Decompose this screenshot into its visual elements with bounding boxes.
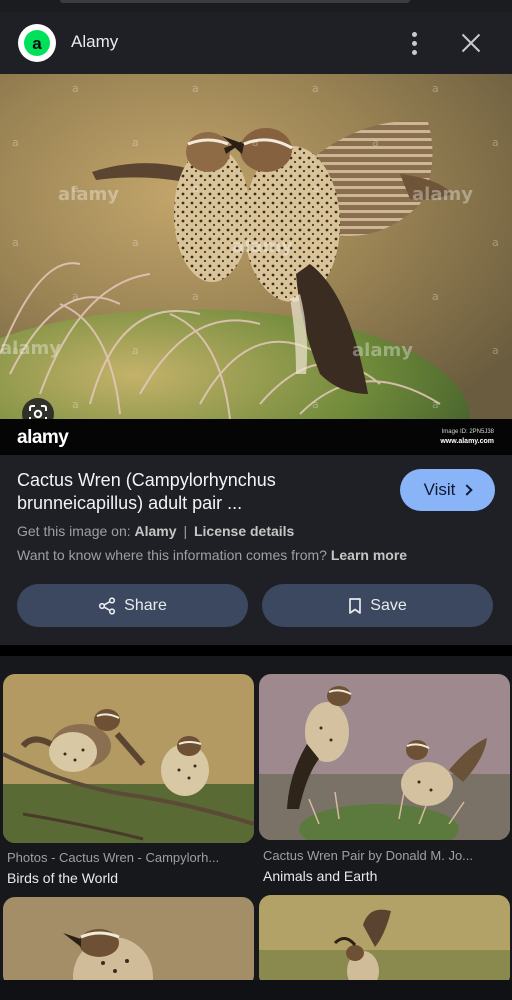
separator: | — [183, 523, 188, 539]
svg-text:a: a — [432, 82, 439, 95]
more-options-icon[interactable] — [402, 30, 426, 56]
source-line: Get this image on: Alamy | License detai… — [17, 523, 294, 539]
related-thumbnail-3 — [3, 897, 254, 987]
related-title-1[interactable]: Birds of the World — [7, 870, 118, 886]
image-id-text: Image ID: 2PN5J38 — [441, 429, 494, 435]
share-button[interactable]: Share — [17, 584, 248, 627]
top-sliver — [0, 0, 512, 12]
svg-text:a: a — [492, 344, 499, 357]
alamy-brand-mark: alamy — [17, 427, 69, 448]
cactus-wren-pair-illustration: alamy alamy alamy alamy alamy a a a a a a a a a… — [0, 74, 512, 419]
svg-text:a: a — [312, 398, 319, 411]
logo-letter: a — [24, 30, 50, 56]
image-url-text: www.alamy.com — [440, 438, 494, 445]
main-image[interactable]: alamy alamy alamy alamy alamy a a a a a a a a a… — [0, 74, 512, 419]
svg-text:a: a — [432, 290, 439, 303]
svg-text:a: a — [492, 236, 499, 249]
svg-text:a: a — [12, 236, 19, 249]
svg-text:a: a — [132, 136, 139, 149]
info-source-line: Want to know where this information come… — [17, 547, 407, 563]
svg-text:a: a — [12, 344, 19, 357]
related-title-2[interactable]: Animals and Earth — [263, 868, 377, 884]
svg-text:alamy: alamy — [232, 236, 293, 257]
svg-text:a: a — [252, 136, 259, 149]
related-image-3[interactable] — [3, 897, 254, 987]
related-thumbnail-2 — [259, 674, 510, 840]
svg-text:a: a — [312, 82, 319, 95]
svg-text:a: a — [72, 398, 79, 411]
related-thumbnail-4 — [259, 895, 510, 987]
related-image-4[interactable] — [259, 895, 510, 987]
related-image-2[interactable] — [259, 674, 510, 840]
svg-text:a: a — [312, 182, 319, 195]
bottom-bar — [0, 980, 512, 1000]
svg-text:a: a — [132, 344, 139, 357]
related-image-1[interactable] — [3, 674, 254, 843]
svg-text:a: a — [132, 236, 139, 249]
svg-text:alamy: alamy — [58, 184, 119, 205]
svg-text:a: a — [372, 136, 379, 149]
svg-text:alamy: alamy — [0, 338, 61, 359]
svg-text:a: a — [72, 290, 79, 303]
learn-more-link[interactable]: Learn more — [331, 547, 407, 563]
svg-text:a: a — [492, 136, 499, 149]
svg-text:a: a — [192, 182, 199, 195]
close-icon[interactable] — [458, 30, 484, 56]
chevron-right-icon — [461, 484, 474, 496]
svg-text:a: a — [192, 82, 199, 95]
svg-text:a: a — [72, 182, 79, 195]
viewer-header: a Alamy — [0, 12, 512, 74]
related-source-1[interactable]: Photos - Cactus Wren - Campylorh... — [7, 850, 252, 865]
visit-label: Visit — [423, 480, 456, 499]
image-footer-strip — [0, 419, 512, 455]
svg-text:a: a — [72, 82, 79, 95]
image-title[interactable]: Cactus Wren (Campylorhynchus brunneicapi… — [17, 469, 387, 515]
svg-text:a: a — [432, 398, 439, 411]
source-prefix: Get this image on: — [17, 523, 131, 539]
svg-text:a: a — [192, 290, 199, 303]
share-label: Share — [124, 596, 167, 614]
share-icon — [99, 596, 116, 615]
image-id-label: Image ID: 2PN5J38 www.alamy.com — [440, 428, 494, 446]
bookmark-icon — [349, 597, 362, 614]
svg-text:a: a — [12, 136, 19, 149]
site-logo[interactable]: a — [18, 24, 56, 62]
image-viewer-page: a Alamy alamy alamy alamy alamy alamy a … — [0, 0, 512, 1000]
section-divider — [0, 645, 512, 656]
save-button[interactable]: Save — [262, 584, 493, 627]
source-link[interactable]: Alamy — [135, 523, 177, 539]
site-name[interactable]: Alamy — [71, 32, 118, 52]
license-details-link[interactable]: License details — [194, 523, 294, 539]
learn-prefix: Want to know where this information come… — [17, 547, 327, 563]
related-thumbnail-1 — [3, 674, 254, 843]
related-source-2[interactable]: Cactus Wren Pair by Donald M. Jo... — [263, 848, 508, 863]
save-label: Save — [370, 596, 407, 614]
svg-text:alamy: alamy — [352, 340, 413, 361]
visit-button[interactable]: Visit — [400, 469, 495, 511]
svg-text:alamy: alamy — [412, 184, 473, 205]
